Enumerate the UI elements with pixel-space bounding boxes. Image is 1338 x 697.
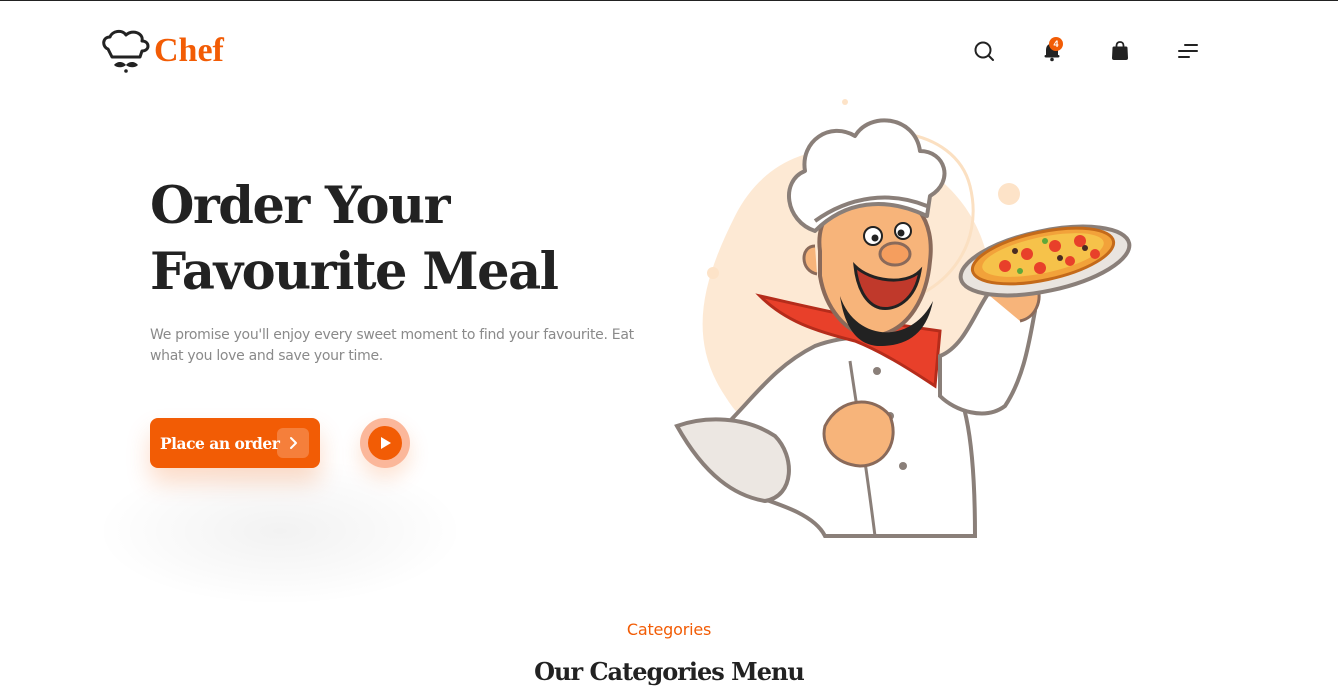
chevron-right-icon: [277, 428, 309, 458]
hero-title: Order Your Favourite Meal: [150, 173, 670, 305]
decorative-shadow: [95, 456, 465, 606]
categories-eyebrow: Categories: [626, 620, 712, 639]
notification-badge: 4: [1049, 37, 1063, 51]
site-header: Chef 4: [0, 1, 1338, 101]
shopping-bag-icon[interactable]: [1108, 39, 1132, 63]
place-order-button[interactable]: Place an order: [150, 418, 320, 468]
chef-hat-logo-icon: [102, 29, 150, 73]
play-icon: [368, 426, 402, 460]
hero-title-line-1: Order Your: [150, 176, 450, 236]
menu-icon[interactable]: [1176, 39, 1200, 63]
hero-title-line-2: Favourite Meal: [150, 242, 559, 302]
logo[interactable]: Chef: [100, 29, 224, 73]
logo-text: Chef: [154, 32, 224, 69]
categories-title: Our Categories Menu: [534, 657, 805, 686]
play-video-button[interactable]: [360, 418, 410, 468]
place-order-label: Place an order: [160, 433, 280, 453]
hero-subtitle: We promise you'll enjoy every sweet mome…: [150, 327, 634, 364]
chef-with-pizza-illustration: [674, 99, 1132, 538]
search-icon[interactable]: [972, 39, 996, 63]
